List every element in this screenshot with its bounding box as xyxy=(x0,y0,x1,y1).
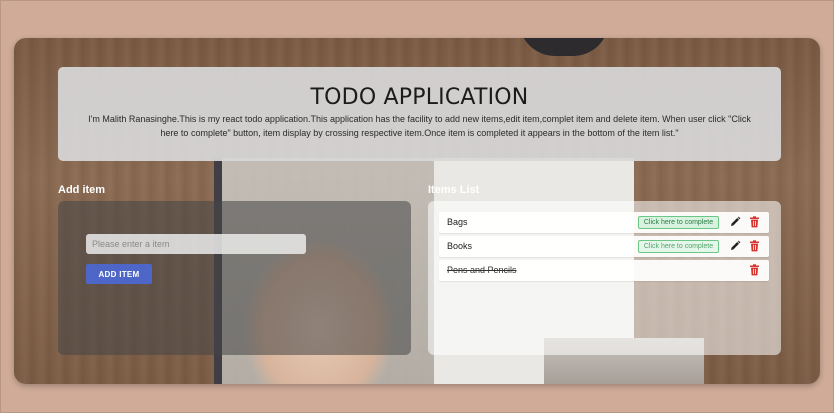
app-container: TODO APPLICATION I'm Malith Ranasinghe.T… xyxy=(14,38,820,384)
trash-icon[interactable] xyxy=(749,264,760,276)
add-item-button[interactable]: ADD ITEM xyxy=(86,264,152,284)
items-list-label: Items List xyxy=(428,184,480,196)
item-name: Books xyxy=(447,241,473,251)
page-title: TODO APPLICATION xyxy=(310,85,529,110)
pencil-icon[interactable] xyxy=(729,216,741,228)
background-photo-cup xyxy=(519,38,609,56)
list-item: Books Click here to complete xyxy=(439,236,769,257)
list-item: Bags Click here to complete xyxy=(439,212,769,233)
add-item-panel: ADD ITEM xyxy=(58,201,411,355)
header-card: TODO APPLICATION I'm Malith Ranasinghe.T… xyxy=(58,67,781,161)
page-description: I'm Malith Ranasinghe.This is my react t… xyxy=(88,114,751,138)
add-item-label: Add item xyxy=(58,184,106,196)
trash-icon[interactable] xyxy=(749,240,760,252)
list-item-completed: Pens and Pencils xyxy=(439,260,769,281)
complete-button[interactable]: Click here to complete xyxy=(638,216,719,229)
item-input[interactable] xyxy=(86,234,306,254)
items-list-panel: Bags Click here to complete Books Click … xyxy=(428,201,781,355)
complete-button[interactable]: Click here to complete xyxy=(638,240,719,253)
item-name: Bags xyxy=(447,217,468,227)
pencil-icon[interactable] xyxy=(729,240,741,252)
item-name: Pens and Pencils xyxy=(447,265,517,275)
trash-icon[interactable] xyxy=(749,216,760,228)
